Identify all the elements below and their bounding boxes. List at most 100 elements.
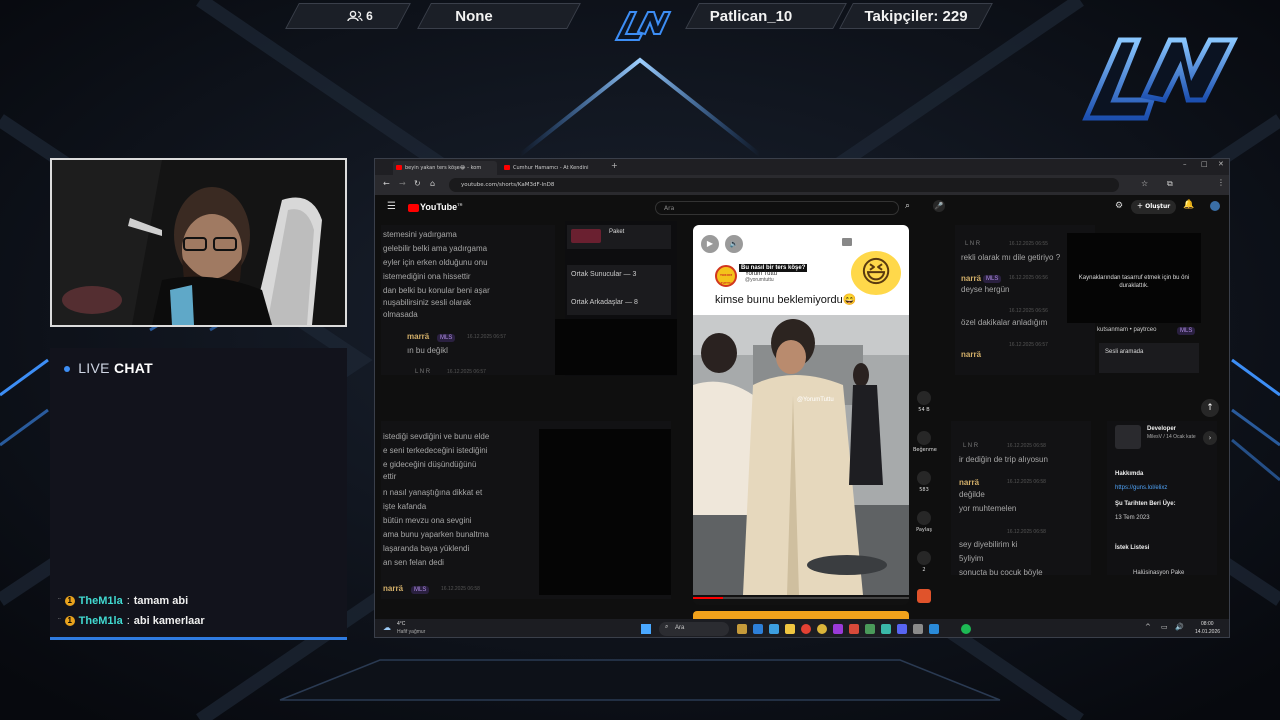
bg-time: 16.12.2025 06:55 <box>1009 241 1048 247</box>
chrome-icon[interactable] <box>801 624 811 634</box>
volume-icon[interactable]: 🔊 <box>1175 623 1184 631</box>
hamburger-icon[interactable]: ☰ <box>387 201 396 212</box>
chat-separator: : <box>126 615 130 627</box>
sub-badge: 1 <box>64 596 75 606</box>
chrome-dev-icon[interactable] <box>817 624 827 634</box>
bg-user-badge: MLS <box>983 275 1002 283</box>
short-channel-handle[interactable]: @yorumtuttu <box>745 278 774 283</box>
search-icon: ⌕ <box>665 623 669 630</box>
task-view-icon[interactable] <box>753 624 763 634</box>
widgets-icon[interactable] <box>737 624 747 634</box>
short-watermark: @YorumTuttu <box>797 397 834 403</box>
youtube-favicon-icon <box>396 165 402 170</box>
reload-icon[interactable]: ↻ <box>414 179 421 188</box>
file-explorer-icon[interactable] <box>769 624 779 634</box>
create-button[interactable]: ＋ Oluştur <box>1131 200 1177 214</box>
chat-header: LIVE CHAT <box>64 360 153 376</box>
search-icon[interactable]: ⌕ <box>905 201 910 211</box>
bg-profile-role-sub: MilesV / 14 Ocak kate <box>1147 434 1196 440</box>
share-button[interactable]: Paylaş <box>913 511 935 533</box>
windows-taskbar: ☁ 4°C Hafif yağmur ⌕ Ara ^ ▭ 🔊 08:00 14.… <box>375 619 1229 637</box>
maximize-icon[interactable]: □ <box>1201 160 1208 168</box>
bg-voice-card <box>1099 343 1199 373</box>
bg-username: narrä <box>961 350 982 359</box>
short-progress-bar[interactable] <box>693 597 909 599</box>
new-tab-icon[interactable]: + <box>611 161 618 170</box>
app-icon[interactable] <box>849 624 859 634</box>
tray-chevron-icon[interactable]: ^ <box>1145 623 1151 631</box>
back-icon[interactable]: ← <box>383 179 390 188</box>
address-bar[interactable]: youtube.com/shorts/KaM3dF-lnD8 <box>449 178 1119 192</box>
channel-avatar-small[interactable] <box>917 589 931 603</box>
share-label: Paylaş <box>916 527 932 533</box>
youtube-search-input[interactable]: Ara <box>655 201 899 215</box>
webcam-frame <box>50 158 347 327</box>
app-icon[interactable] <box>929 624 939 634</box>
taskbar-search[interactable] <box>659 622 729 636</box>
remix-button[interactable]: 2 <box>913 551 935 573</box>
play-icon[interactable]: ▶ <box>701 235 719 253</box>
bg-text-line: 5yliyim <box>959 554 984 563</box>
bg-profile-role: Developer <box>1147 426 1177 432</box>
tab-label: beyin yakan ters köşe😂 - kom <box>405 165 482 171</box>
bg-text-line: n nasıl yanaştığına dikkat et <box>383 488 483 497</box>
dislike-button[interactable]: Beğenme <box>913 431 937 453</box>
browser-tab-active[interactable]: beyin yakan ters köşe😂 - kom <box>393 161 497 175</box>
menu-dots-icon[interactable]: ⋮ <box>1217 178 1225 187</box>
bg-text-line: ama bunu yaparken bunaltma <box>383 530 489 539</box>
bg-friends-label: Ortak Arkadaşlar — 8 <box>571 299 638 306</box>
comments-button[interactable]: 583 <box>913 471 935 493</box>
fullscreen-icon[interactable]: ⤢ <box>885 235 892 245</box>
volume-icon[interactable]: 🔈 <box>725 235 743 253</box>
mic-icon[interactable]: 🎤 <box>933 200 945 212</box>
captions-icon[interactable] <box>841 237 853 247</box>
taskbar-time: 08:00 <box>1201 621 1214 627</box>
youtube-favicon-icon <box>504 165 510 170</box>
next-short-button[interactable]: › <box>1203 431 1217 445</box>
app-icon[interactable] <box>897 624 907 634</box>
bg-text-line: dan belki bu konular beni aşar <box>383 286 490 295</box>
bg-about-link[interactable]: https://guns.lol/elixz <box>1115 485 1167 491</box>
taskbar-search-label: Ara <box>675 625 685 631</box>
bg-text-line: ettir <box>383 472 397 481</box>
star-icon[interactable]: ☆ <box>1141 179 1148 188</box>
network-icon[interactable]: ▭ <box>1161 623 1168 631</box>
app-icon[interactable] <box>913 624 923 634</box>
viewers-icon <box>347 10 363 22</box>
spotify-icon[interactable] <box>961 624 971 634</box>
bg-time: 16.12.2025 06:58 <box>441 586 480 592</box>
short-player[interactable]: ▶ 🔈 ⋮ ⤢ YORUM TUTTU Bu nasıl bir ters kö… <box>693 225 909 605</box>
close-icon[interactable]: ✕ <box>1218 160 1224 168</box>
viewer-counter: 6 <box>330 3 390 29</box>
chat-text: abi kamerlaar <box>133 615 205 627</box>
extensions-icon[interactable]: ⧉ <box>1167 179 1173 189</box>
like-button[interactable]: 54 B <box>913 391 935 413</box>
chat-username[interactable]: TheM1la <box>79 595 123 607</box>
home-icon[interactable]: ⌂ <box>430 179 435 188</box>
chat-username[interactable]: TheM1la <box>79 615 123 627</box>
weather-desc: Hafif yağmur <box>397 629 426 635</box>
channel-logo[interactable]: YORUM TUTTU <box>715 265 737 287</box>
youtube-header: ☰ YouTubeTR Ara ⌕ 🎤 ⚙ ＋ Oluştur 🔔 <box>375 195 1229 221</box>
app-icon[interactable] <box>833 624 843 634</box>
chat-title-live: LIVE <box>78 360 110 376</box>
edge-icon[interactable] <box>785 624 795 634</box>
bg-text-line: ın bu değikl <box>407 346 448 355</box>
youtube-logo[interactable]: YouTubeTR <box>408 202 463 212</box>
scroll-up-button[interactable]: ↑ <box>1201 399 1219 417</box>
app-icon[interactable] <box>865 624 875 634</box>
minimize-icon[interactable]: – <box>1183 160 1187 168</box>
lnr-logo-small <box>614 11 672 41</box>
app-icon[interactable] <box>881 624 891 634</box>
webcam-feed <box>52 160 345 325</box>
avatar[interactable] <box>1210 201 1220 211</box>
windows-start-icon[interactable] <box>641 624 651 634</box>
browser-tab[interactable]: Cumhur Hamamcı - At Kendini <box>501 161 605 175</box>
forward-icon[interactable]: → <box>399 179 406 188</box>
comment-icon <box>917 471 931 485</box>
bg-time: 16.12.2025 06:56 <box>1009 275 1048 281</box>
bg-time: 16.12.2025 06:58 <box>1007 443 1046 449</box>
more-icon[interactable]: ⋮ <box>865 235 874 245</box>
bell-icon[interactable]: 🔔 <box>1183 200 1194 210</box>
gear-icon[interactable]: ⚙ <box>1115 201 1123 211</box>
